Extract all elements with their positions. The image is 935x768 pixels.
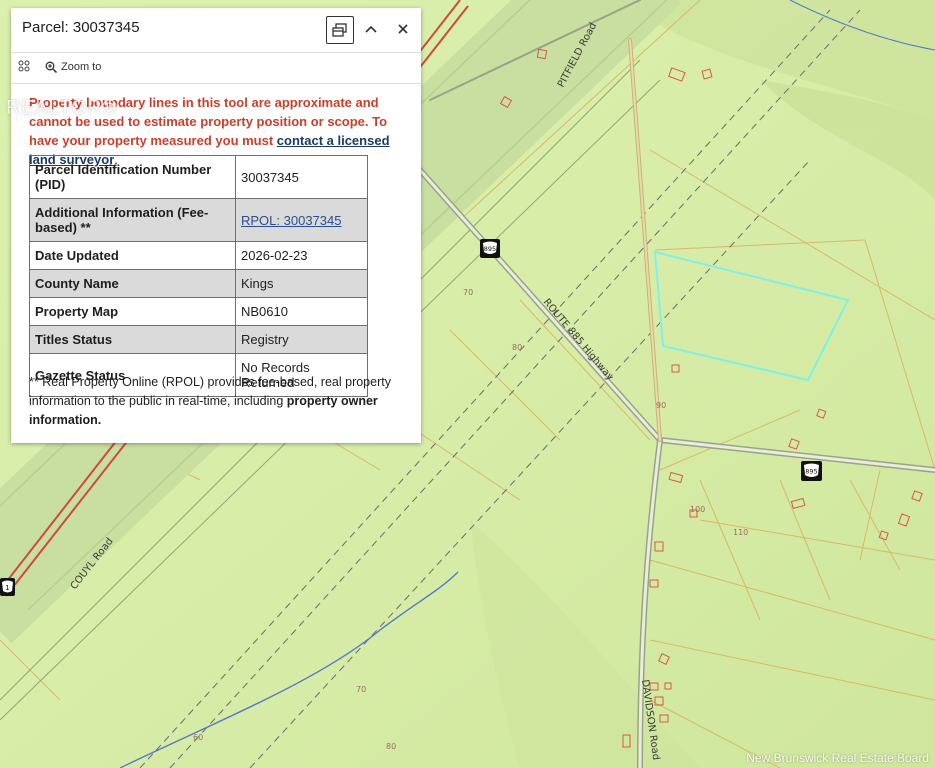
contour-label: 100 [690,505,705,514]
close-icon [398,24,408,34]
table-value: 2026-02-23 [235,241,368,270]
contour-label: 70 [356,685,366,694]
popup-header: Parcel: 30037345 [11,8,421,53]
contour-label: 70 [463,288,473,297]
table-key: Date Updated [29,241,236,270]
route-shield-icon: 895 [480,239,500,258]
menu-grid-icon[interactable] [18,60,34,76]
table-key: Parcel Identification Number (PID) [29,155,236,199]
contour-label: 80 [386,742,396,751]
table-row: Property Map NB0610 [29,297,368,326]
chevron-up-icon [365,25,377,33]
zoom-in-icon [45,61,57,73]
table-value: RPOL: 30037345 [235,198,368,242]
table-row: Additional Information (Fee-based) ** RP… [29,198,368,242]
parcel-popup: Parcel: 30037345 Zoom to Property bounda… [11,8,421,443]
table-value: 30037345 [235,155,368,199]
contour-label: 110 [733,528,748,537]
contour-label: 80 [512,343,522,352]
table-value: Registry [235,325,368,354]
route-shield-icon: 895 [801,461,822,481]
popup-title: Parcel: 30037345 [22,19,140,36]
dock-button[interactable] [326,16,354,44]
table-row: Titles Status Registry [29,325,368,354]
table-row: Date Updated 2026-02-23 [29,241,368,270]
table-value: Kings [235,269,368,298]
table-key: County Name [29,269,236,298]
zoom-to-label: Zoom to [61,61,102,73]
contour-label: 60 [193,733,203,742]
map-credit: New Brunswick Real Estate Board [746,751,929,765]
svg-text:1: 1 [5,584,9,592]
table-row: Parcel Identification Number (PID) 30037… [29,155,368,199]
table-key: Property Map [29,297,236,326]
rpol-footnote: ** Real Property Online (RPOL) provides … [29,373,414,430]
svg-text:895: 895 [805,468,817,476]
rpol-link[interactable]: RPOL: 30037345 [241,213,341,228]
realtor-watermark: REALTOR® [6,97,118,119]
close-button[interactable] [390,16,416,42]
zoom-to-button[interactable]: Zoom to [45,61,101,73]
dock-icon [332,23,347,37]
popup-toolbar: Zoom to [11,53,421,84]
parcel-info-table: Parcel Identification Number (PID) 30037… [29,155,368,397]
collapse-button[interactable] [358,16,384,42]
table-value: NB0610 [235,297,368,326]
table-row: County Name Kings [29,269,368,298]
table-key: Additional Information (Fee-based) ** [29,198,236,242]
svg-text:895: 895 [484,245,496,253]
table-key: Titles Status [29,325,236,354]
contour-label: 90 [656,401,666,410]
route-shield-icon: 1 [0,578,15,596]
